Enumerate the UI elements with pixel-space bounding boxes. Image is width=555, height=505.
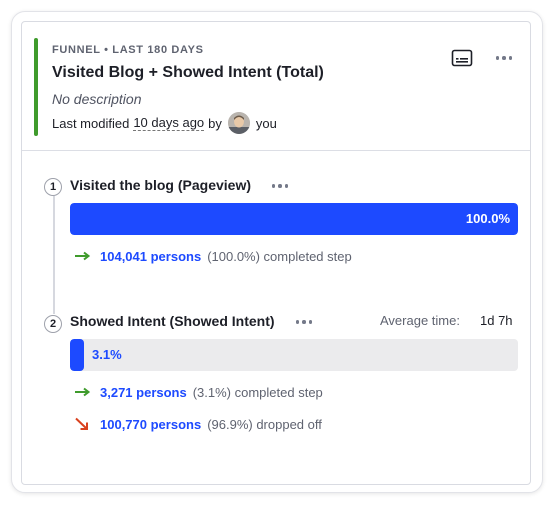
header-divider xyxy=(22,150,530,151)
step-2-more-icon[interactable] xyxy=(293,315,315,329)
step-number-2: 2 xyxy=(44,315,62,333)
step-2-bar-fill xyxy=(70,339,84,371)
step-2-completed-count[interactable]: 3,271 persons xyxy=(100,385,187,400)
average-time-value: 1d 7h xyxy=(480,313,513,328)
average-time-label: Average time: xyxy=(380,313,460,328)
arrow-right-icon xyxy=(74,385,94,399)
insight-title[interactable]: Visited Blog + Showed Intent (Total) xyxy=(52,64,324,82)
insight-kicker: FUNNEL • LAST 180 DAYS xyxy=(52,44,204,56)
step-2-completed-pct: (3.1%) completed step xyxy=(192,384,323,400)
last-modified-by-label: by xyxy=(208,115,222,131)
last-modified-user: you xyxy=(255,115,277,131)
step-2-dropped-count[interactable]: 100,770 persons xyxy=(100,417,201,432)
avatar-image xyxy=(227,112,250,134)
avatar xyxy=(227,112,250,134)
step-2-bar-label: 3.1% xyxy=(92,347,122,362)
last-modified-time[interactable]: 10 days ago xyxy=(133,115,205,131)
step-1-bar[interactable]: 100.0% xyxy=(70,203,518,235)
step-1-bar-label: 100.0% xyxy=(465,211,510,226)
step-title-1: Visited the blog (Pageview) xyxy=(70,177,252,193)
last-modified-label: Last modified xyxy=(52,115,130,131)
more-icon[interactable] xyxy=(492,48,516,68)
step-1-more-icon[interactable] xyxy=(269,179,291,193)
insight-accent-bar xyxy=(34,38,38,136)
step-2-dropped-pct: (96.9%) dropped off xyxy=(207,416,322,432)
arrow-right-icon xyxy=(74,249,94,263)
last-modified: Last modified 10 days ago by you xyxy=(52,112,277,134)
step-1-completed-pct: (100.0%) completed step xyxy=(207,248,352,264)
step-2-bar[interactable]: 3.1% xyxy=(70,339,518,371)
step-1-bar-fill xyxy=(70,203,518,235)
subtitles-icon[interactable] xyxy=(450,48,474,68)
arrow-down-right-icon xyxy=(74,417,94,431)
insight-description[interactable]: No description xyxy=(52,91,142,107)
step-1-completed-count[interactable]: 104,041 persons xyxy=(100,249,201,264)
step-title-2: Showed Intent (Showed Intent) xyxy=(70,313,275,329)
step-number-1: 1 xyxy=(44,178,62,196)
step-1-completed: 104,041 persons (100.0%) completed step xyxy=(74,247,352,265)
step-connector xyxy=(53,196,55,314)
step-2-dropped: 100,770 persons (96.9%) dropped off xyxy=(74,415,322,433)
step-2-completed: 3,271 persons (3.1%) completed step xyxy=(74,383,323,401)
